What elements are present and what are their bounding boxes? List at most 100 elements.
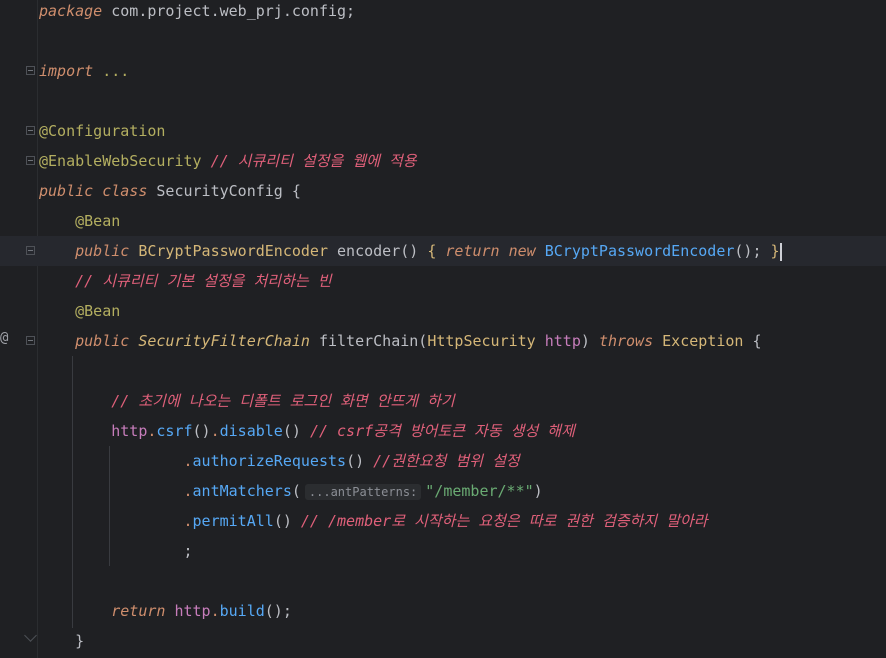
code-token: http: [174, 602, 211, 620]
code-editor[interactable]: package com.project.web_prj.config;impor…: [0, 0, 886, 658]
code-line[interactable]: [0, 566, 886, 596]
code-token: antMatchers: [192, 482, 292, 500]
code-token: SecurityConfig {: [147, 182, 301, 200]
code-line[interactable]: [0, 26, 886, 56]
code-token: permitAll: [192, 512, 274, 530]
fold-class-icon[interactable]: [26, 126, 35, 135]
code-line[interactable]: @Bean: [0, 206, 886, 236]
code-line[interactable]: @Bean: [0, 296, 886, 326]
text-caret: [779, 242, 782, 261]
code-line[interactable]: [0, 356, 886, 386]
code-text: public SecurityFilterChain filterChain(H…: [39, 326, 762, 356]
code-token: .: [183, 482, 193, 500]
code-text: // 초기에 나오는 디폴트 로그인 화면 안뜨게 하기: [39, 386, 455, 416]
code-token: public: [75, 332, 130, 350]
code-token: "/member/**": [425, 482, 534, 500]
code-line[interactable]: ;: [0, 536, 886, 566]
code-token: // 시큐리티 설정을 웹에 적용: [210, 152, 417, 170]
code-line[interactable]: // 시큐리티 기본 설정을 처리하는 빈: [0, 266, 886, 296]
code-text: public BCryptPasswordEncoder encoder() {…: [39, 236, 782, 266]
fold-filterchain-icon[interactable]: [26, 336, 35, 345]
code-token: SecurityFilterChain: [138, 332, 310, 350]
code-token: public class: [39, 182, 148, 200]
code-token: throws: [598, 332, 654, 350]
code-token: build: [219, 602, 265, 620]
code-line[interactable]: .antMatchers(...antPatterns: "/member/**"…: [0, 476, 886, 506]
code-token: http: [544, 332, 581, 350]
code-token: BCryptPasswordEncoder: [544, 242, 735, 260]
code-text: package com.project.web_prj.config;: [39, 0, 355, 26]
code-token: (): [192, 422, 211, 440]
code-token: ();: [264, 602, 292, 620]
code-token: ): [580, 332, 599, 350]
code-token: ();: [734, 242, 771, 260]
code-line[interactable]: return http.build();: [0, 596, 886, 626]
code-token: ): [533, 482, 543, 500]
code-line[interactable]: public BCryptPasswordEncoder encoder() {…: [0, 236, 886, 266]
fold-import-icon[interactable]: [26, 66, 35, 75]
code-token: // 초기에 나오는 디폴트 로그인 화면 안뜨게 하기: [111, 392, 455, 410]
code-token: HttpSecurity: [427, 332, 536, 350]
code-token: .: [183, 512, 193, 530]
code-text: }: [39, 626, 84, 656]
code-token: disable: [219, 422, 283, 440]
code-token: com.project.web_prj.config;: [102, 2, 356, 20]
indent-guide: [72, 356, 73, 628]
code-line[interactable]: @EnableWebSecurity // 시큐리티 설정을 웹에 적용: [0, 146, 886, 176]
code-token: @Bean: [75, 212, 121, 230]
code-token: {: [743, 332, 762, 350]
code-token: public: [75, 242, 130, 260]
code-token: http: [111, 422, 148, 440]
code-line[interactable]: public SecurityFilterChain filterChain(H…: [0, 326, 886, 356]
code-token: }: [39, 632, 85, 650]
code-line[interactable]: }: [0, 626, 886, 656]
code-text: ;: [39, 536, 193, 566]
code-token: }: [770, 242, 780, 260]
fold-method-icon[interactable]: [26, 246, 35, 255]
override-marker-icon[interactable]: @: [0, 330, 8, 346]
code-line[interactable]: http.csrf().disable() // csrf공격 방어토큰 자동 …: [0, 416, 886, 446]
code-token: //권한요청 범위 설정: [373, 452, 520, 470]
code-line[interactable]: .permitAll() // /member로 시작하는 요청은 따로 권한 …: [0, 506, 886, 536]
code-line[interactable]: public class SecurityConfig {: [0, 176, 886, 206]
code-text: .permitAll() // /member로 시작하는 요청은 따로 권한 …: [39, 506, 708, 536]
code-token: import: [39, 62, 94, 80]
code-token: @Configuration: [39, 122, 166, 140]
code-token: ;: [39, 542, 193, 560]
code-line[interactable]: @Configuration: [0, 116, 886, 146]
code-token: ...: [102, 62, 130, 80]
code-text: public class SecurityConfig {: [39, 176, 301, 206]
code-token: // 시큐리티 기본 설정을 처리하는 빈: [75, 272, 332, 290]
code-token: Exception: [662, 332, 744, 350]
code-token: (: [291, 482, 301, 500]
code-text: .authorizeRequests() //권한요청 범위 설정: [39, 446, 520, 476]
code-line[interactable]: // 초기에 나오는 디폴트 로그인 화면 안뜨게 하기: [0, 386, 886, 416]
code-token: filterChain(: [309, 332, 428, 350]
code-line[interactable]: import ...: [0, 56, 886, 86]
code-token: // csrf공격 방어토큰 자동 생성 해제: [309, 422, 575, 440]
code-text: return http.build();: [39, 596, 292, 626]
code-line[interactable]: .authorizeRequests() //권한요청 범위 설정: [0, 446, 886, 476]
parameter-hint: ...antPatterns:: [304, 484, 422, 500]
code-line[interactable]: package com.project.web_prj.config;: [0, 0, 886, 26]
code-token: .: [210, 422, 220, 440]
code-line[interactable]: [0, 86, 886, 116]
indent-guide: [109, 446, 110, 566]
code-text: // 시큐리티 기본 설정을 처리하는 빈: [39, 266, 332, 296]
fold-annotation-icon[interactable]: [26, 156, 35, 165]
